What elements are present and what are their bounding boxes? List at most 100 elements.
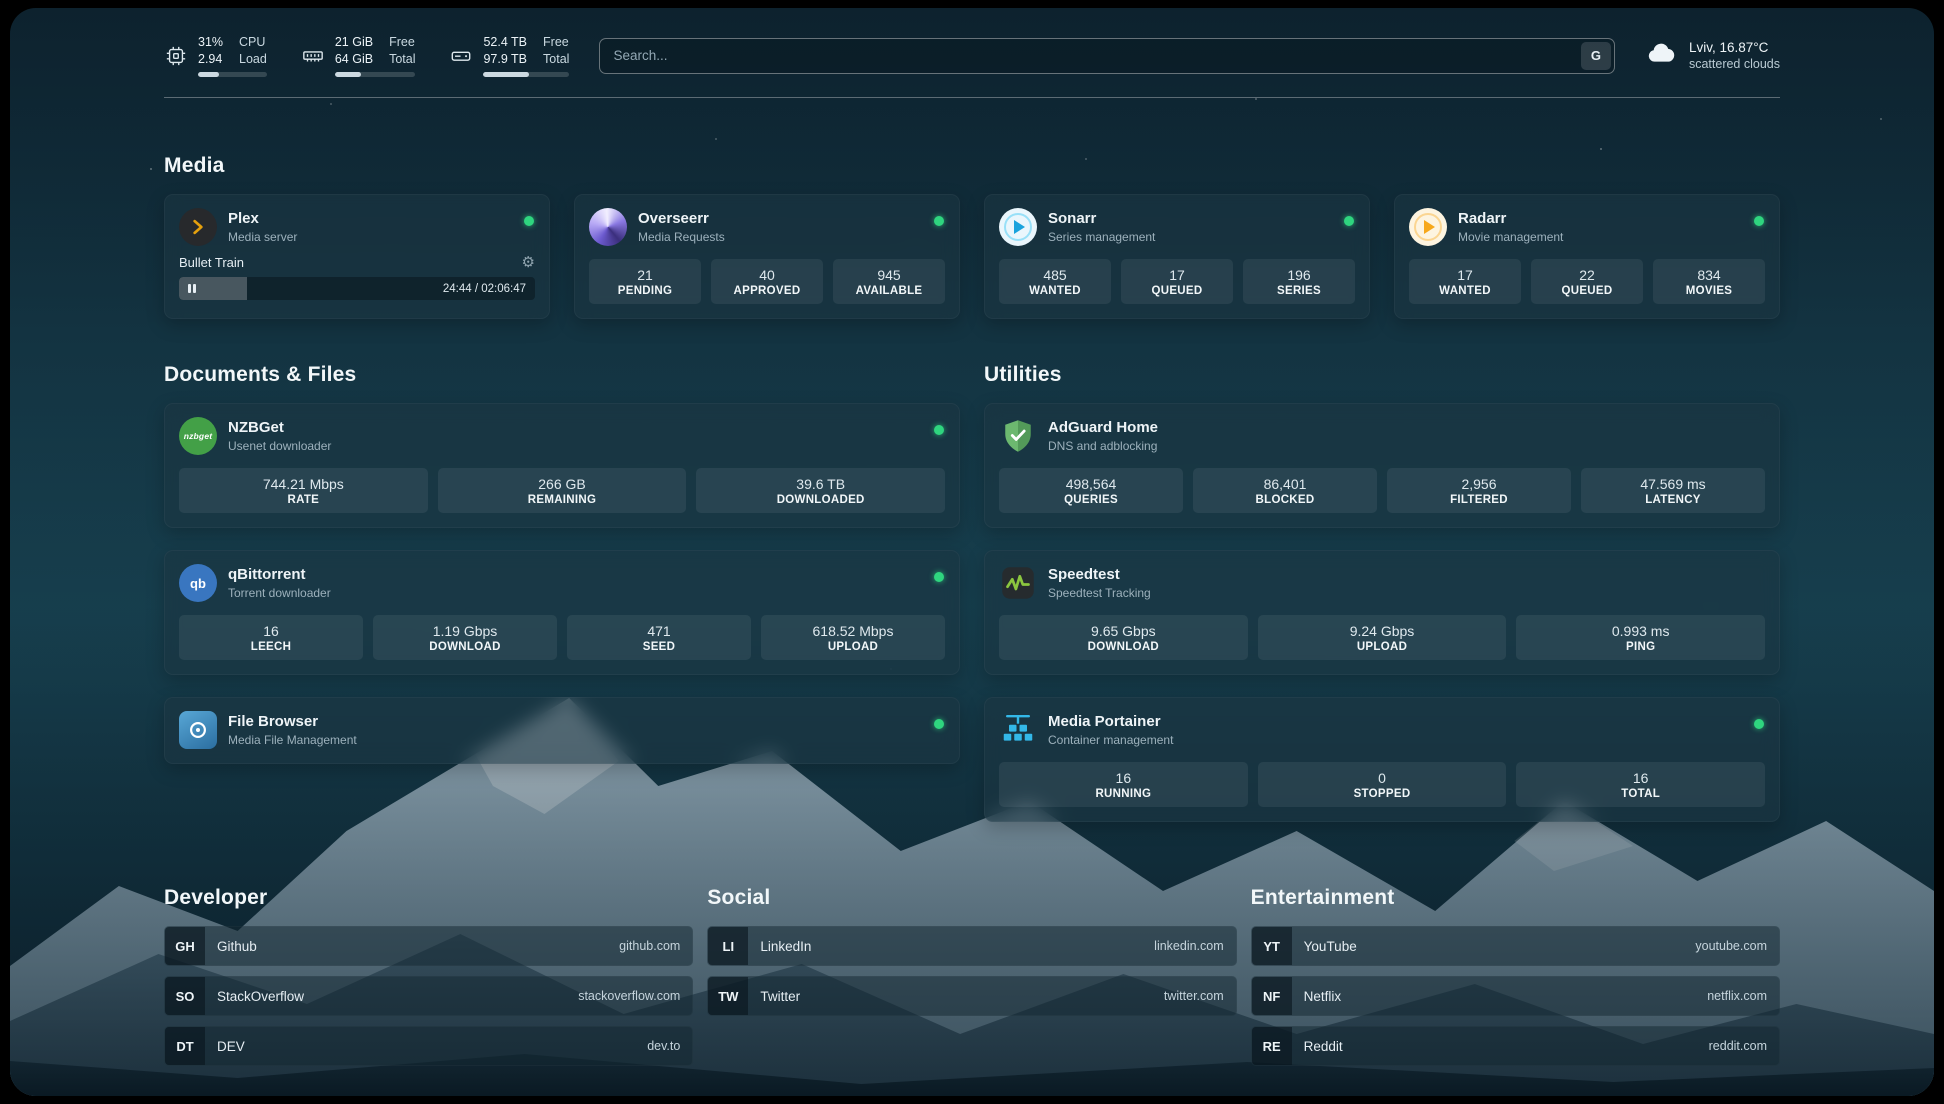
app-name: Sonarr	[1048, 210, 1155, 228]
portainer-stat-running: 16 RUNNING	[999, 762, 1248, 807]
cpu-progress-bar	[198, 72, 267, 77]
status-dot	[1754, 719, 1764, 729]
cloud-icon	[1645, 37, 1677, 74]
app-name: Radarr	[1458, 210, 1563, 228]
radarr-stat-queued: 22 QUEUED	[1531, 259, 1643, 304]
cpu-percent: 31%	[198, 34, 223, 51]
cpu-load-value: 2.94	[198, 51, 223, 68]
app-name: qBittorrent	[228, 566, 331, 584]
bookmark-netflix[interactable]: NF Netflix netflix.com	[1251, 976, 1780, 1016]
dashboard-screen: 31% 2.94 CPU Load	[10, 8, 1934, 1096]
app-subtitle: Speedtest Tracking	[1048, 586, 1151, 600]
filebrowser-icon	[179, 711, 217, 749]
app-name: NZBGet	[228, 419, 331, 437]
app-subtitle: Media server	[228, 230, 297, 244]
bookmark-twitter[interactable]: TW Twitter twitter.com	[707, 976, 1236, 1016]
sonarr-stat-series: 196 SERIES	[1243, 259, 1355, 304]
bookmark-stackoverflow[interactable]: SO StackOverflow stackoverflow.com	[164, 976, 693, 1016]
app-card-adguard[interactable]: AdGuard Home DNS and adblocking 498,564 …	[984, 403, 1780, 528]
bookmark-linkedin[interactable]: LI LinkedIn linkedin.com	[707, 926, 1236, 966]
ram-total-value: 64 GiB	[335, 51, 373, 68]
app-card-radarr[interactable]: Radarr Movie management 17 WANTED 22 QUE…	[1394, 194, 1780, 319]
pause-icon[interactable]	[188, 284, 196, 293]
ram-icon	[301, 44, 325, 68]
weather-condition: scattered clouds	[1689, 57, 1780, 71]
portainer-stat-total: 16 TOTAL	[1516, 762, 1765, 807]
bookmark-github[interactable]: GH Github github.com	[164, 926, 693, 966]
app-name: File Browser	[228, 713, 357, 731]
radarr-icon	[1409, 208, 1447, 246]
disk-free-label: Free	[543, 34, 569, 51]
speedtest-stat-ping: 0.993 ms PING	[1516, 615, 1765, 660]
app-subtitle: Series management	[1048, 230, 1155, 244]
app-card-qbittorrent[interactable]: qb qBittorrent Torrent downloader 16	[164, 550, 960, 675]
disk-progress-bar	[483, 72, 569, 77]
disk-total-label: Total	[543, 51, 569, 68]
bookmark-youtube[interactable]: YT YouTube youtube.com	[1251, 926, 1780, 966]
overseerr-stat-pending: 21 PENDING	[589, 259, 701, 304]
app-card-overseerr[interactable]: Overseerr Media Requests 21 PENDING 40 A…	[574, 194, 960, 319]
section-title-developer: Developer	[164, 886, 693, 910]
dashboard-content: 31% 2.94 CPU Load	[164, 8, 1780, 1066]
ram-total-label: Total	[389, 51, 415, 68]
status-dot	[934, 719, 944, 729]
section-title-documents: Documents & Files	[164, 363, 960, 387]
portainer-stat-stopped: 0 STOPPED	[1258, 762, 1507, 807]
section-title-entertainment: Entertainment	[1251, 886, 1780, 910]
app-subtitle: DNS and adblocking	[1048, 439, 1158, 453]
app-name: Plex	[228, 210, 297, 228]
status-dot	[524, 216, 534, 226]
twitter-icon: TW	[708, 977, 748, 1015]
app-subtitle: Torrent downloader	[228, 586, 331, 600]
overseerr-icon	[589, 208, 627, 246]
topbar-divider	[164, 97, 1780, 98]
app-card-plex[interactable]: Plex Media server Bullet Train ⚙ 24:44 /…	[164, 194, 550, 319]
speedtest-stat-download: 9.65 Gbps DOWNLOAD	[999, 615, 1248, 660]
disk-free-value: 52.4 TB	[483, 34, 527, 51]
nzbget-stat-remaining: 266 GB REMAINING	[438, 468, 687, 513]
netflix-icon: NF	[1252, 977, 1292, 1015]
dev-icon: DT	[165, 1027, 205, 1065]
overseerr-stat-available: 945 AVAILABLE	[833, 259, 945, 304]
app-name: Media Portainer	[1048, 713, 1173, 731]
section-title-social: Social	[707, 886, 1236, 910]
section-title-media: Media	[164, 154, 1780, 178]
app-subtitle: Media Requests	[638, 230, 725, 244]
github-icon: GH	[165, 927, 205, 965]
disk-icon	[449, 44, 473, 68]
speedtest-icon	[999, 564, 1037, 602]
search-engine-button[interactable]: G	[1581, 42, 1611, 70]
nzbget-stat-downloaded: 39.6 TB DOWNLOADED	[696, 468, 945, 513]
app-subtitle: Movie management	[1458, 230, 1563, 244]
adguard-stat-latency: 47.569 ms LATENCY	[1581, 468, 1765, 513]
app-card-portainer[interactable]: Media Portainer Container management 16 …	[984, 697, 1780, 822]
cpu-metric: 31% 2.94 CPU Load	[164, 34, 267, 77]
two-column-area: Documents & Files nzbget NZBGet Usenet d…	[164, 363, 1780, 822]
status-dot	[934, 425, 944, 435]
reddit-icon: RE	[1252, 1027, 1292, 1065]
app-card-speedtest[interactable]: Speedtest Speedtest Tracking 9.65 Gbps D…	[984, 550, 1780, 675]
adguard-stat-filtered: 2,956 FILTERED	[1387, 468, 1571, 513]
plex-icon	[179, 208, 217, 246]
status-dot	[1754, 216, 1764, 226]
nzbget-stat-rate: 744.21 Mbps RATE	[179, 468, 428, 513]
qbittorrent-stat-download: 1.19 Gbps DOWNLOAD	[373, 615, 557, 660]
sonarr-stat-wanted: 485 WANTED	[999, 259, 1111, 304]
qbittorrent-stat-seed: 471 SEED	[567, 615, 751, 660]
app-card-filebrowser[interactable]: File Browser Media File Management	[164, 697, 960, 764]
portainer-icon	[999, 711, 1037, 749]
ram-free-label: Free	[389, 34, 415, 51]
radarr-stat-wanted: 17 WANTED	[1409, 259, 1521, 304]
adguard-stat-queries: 498,564 QUERIES	[999, 468, 1183, 513]
app-card-nzbget[interactable]: nzbget NZBGet Usenet downloader 744.21 M…	[164, 403, 960, 528]
radarr-stat-movies: 834 MOVIES	[1653, 259, 1765, 304]
now-playing-title: Bullet Train	[179, 255, 244, 270]
app-subtitle: Container management	[1048, 733, 1173, 747]
bookmark-dev[interactable]: DT DEV dev.to	[164, 1026, 693, 1066]
gear-icon[interactable]: ⚙	[522, 255, 535, 270]
search-input[interactable]	[599, 38, 1615, 74]
bookmark-reddit[interactable]: RE Reddit reddit.com	[1251, 1026, 1780, 1066]
bookmarks-area: Developer GH Github github.com SO StackO…	[164, 886, 1780, 1066]
playback-progress-bar[interactable]: 24:44 / 02:06:47	[179, 277, 535, 300]
app-card-sonarr[interactable]: Sonarr Series management 485 WANTED 17 Q…	[984, 194, 1370, 319]
